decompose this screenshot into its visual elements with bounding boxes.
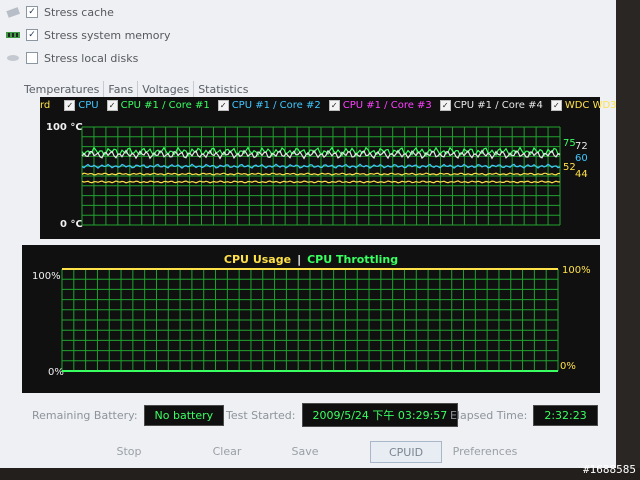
temperature-plot (81, 126, 561, 226)
reading-value: 44 (575, 169, 588, 180)
checkbox-stress-disks[interactable] (26, 52, 38, 64)
option-label: Stress cache (44, 5, 114, 19)
battery-label: Remaining Battery: (32, 408, 138, 422)
option-stress-memory[interactable]: ✓ Stress system memory (6, 26, 171, 44)
reading-value: 60 (575, 153, 588, 164)
option-label: Stress local disks (44, 51, 139, 65)
cpu-usage-chart-panel: CPU Usage | CPU Throttling 100% 0% 100% 0% (22, 245, 600, 393)
elapsed-time-status: Elapsed Time: 2:32:23 (450, 403, 598, 427)
battery-status: Remaining Battery: No battery (32, 403, 225, 427)
monitor-bezel (616, 0, 640, 480)
option-label: Stress system memory (44, 28, 171, 42)
elapsed-time-value: 2:32:23 (533, 404, 598, 426)
preferences-button[interactable]: Preferences (450, 441, 520, 461)
test-started-label: Test Started: (226, 408, 296, 422)
test-started-status: Test Started: 2009/5/24 下午 03:29:57 (226, 403, 459, 427)
memory-icon (6, 32, 20, 38)
checkbox-stress-cache[interactable]: ✓ (26, 6, 38, 18)
temperature-chart-panel: rd ✓ CPU ✓ CPU #1 / Core #1 ✓ CPU #1 / C… (40, 97, 640, 239)
watermark: #1688585 (583, 463, 636, 476)
battery-value: No battery (143, 404, 225, 426)
reading-value: 72 (575, 141, 588, 152)
option-stress-disks[interactable]: Stress local disks (6, 49, 138, 67)
monitor-bezel-bottom (0, 468, 640, 480)
reading-value: 52 (563, 162, 576, 173)
stop-button[interactable]: Stop (104, 441, 154, 461)
stability-test-window: ✓ Stress cache ✓ Stress system memory St… (0, 0, 640, 468)
cpu-usage-plot (61, 268, 559, 372)
clear-button[interactable]: Clear (202, 441, 252, 461)
cpuid-button[interactable]: CPUID (370, 441, 442, 463)
reading-value: 75 (563, 138, 576, 149)
option-stress-cache[interactable]: ✓ Stress cache (6, 3, 114, 21)
cache-icon (6, 7, 20, 18)
save-button[interactable]: Save (280, 441, 330, 461)
checkbox-stress-memory[interactable]: ✓ (26, 29, 38, 41)
elapsed-time-label: Elapsed Time: (450, 408, 528, 422)
disk-icon (7, 55, 19, 61)
test-started-value: 2009/5/24 下午 03:29:57 (301, 403, 459, 427)
